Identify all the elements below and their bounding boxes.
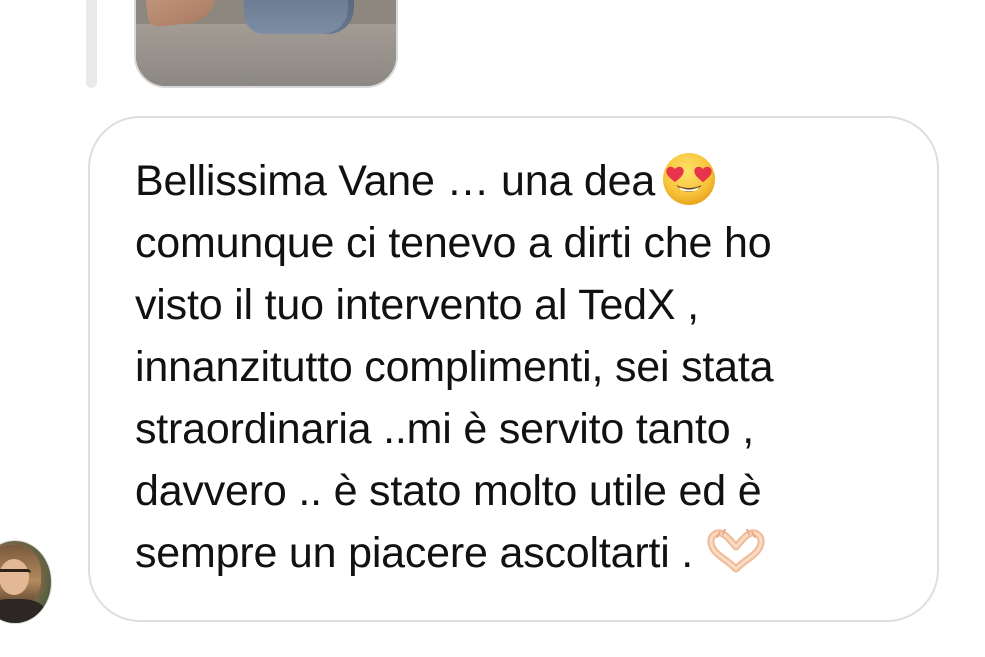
heart-hands-emoji-icon: [707, 528, 765, 573]
message-line: innanzitutto complimenti, sei stata: [135, 343, 774, 391]
message-line: davvero .. è stato molto utile ed è: [135, 467, 762, 515]
message-line: Bellissima Vane … una dea: [135, 150, 915, 212]
avatar-glasses: [0, 569, 31, 580]
photo-detail-jeans: [244, 0, 354, 34]
message-line: sempre un piacere ascoltarti .: [135, 522, 915, 584]
reply-thread-bar: [86, 0, 97, 88]
message-line: comunque ci tenevo a dirti che ho: [135, 219, 772, 267]
heart-eyes-emoji-icon: [661, 151, 717, 207]
message-line: visto il tuo intervento al TedX ,: [135, 281, 699, 329]
shared-photo-thumbnail[interactable]: [134, 0, 398, 88]
sender-avatar[interactable]: [0, 540, 52, 624]
avatar-clothing: [0, 599, 45, 623]
chat-view: Bellissima Vane … una dea comunque ci te…: [0, 0, 985, 657]
message-line: straordinaria ..mi è servito tanto ,: [135, 405, 754, 453]
message-text: Bellissima Vane … una dea comunque ci te…: [135, 150, 915, 584]
